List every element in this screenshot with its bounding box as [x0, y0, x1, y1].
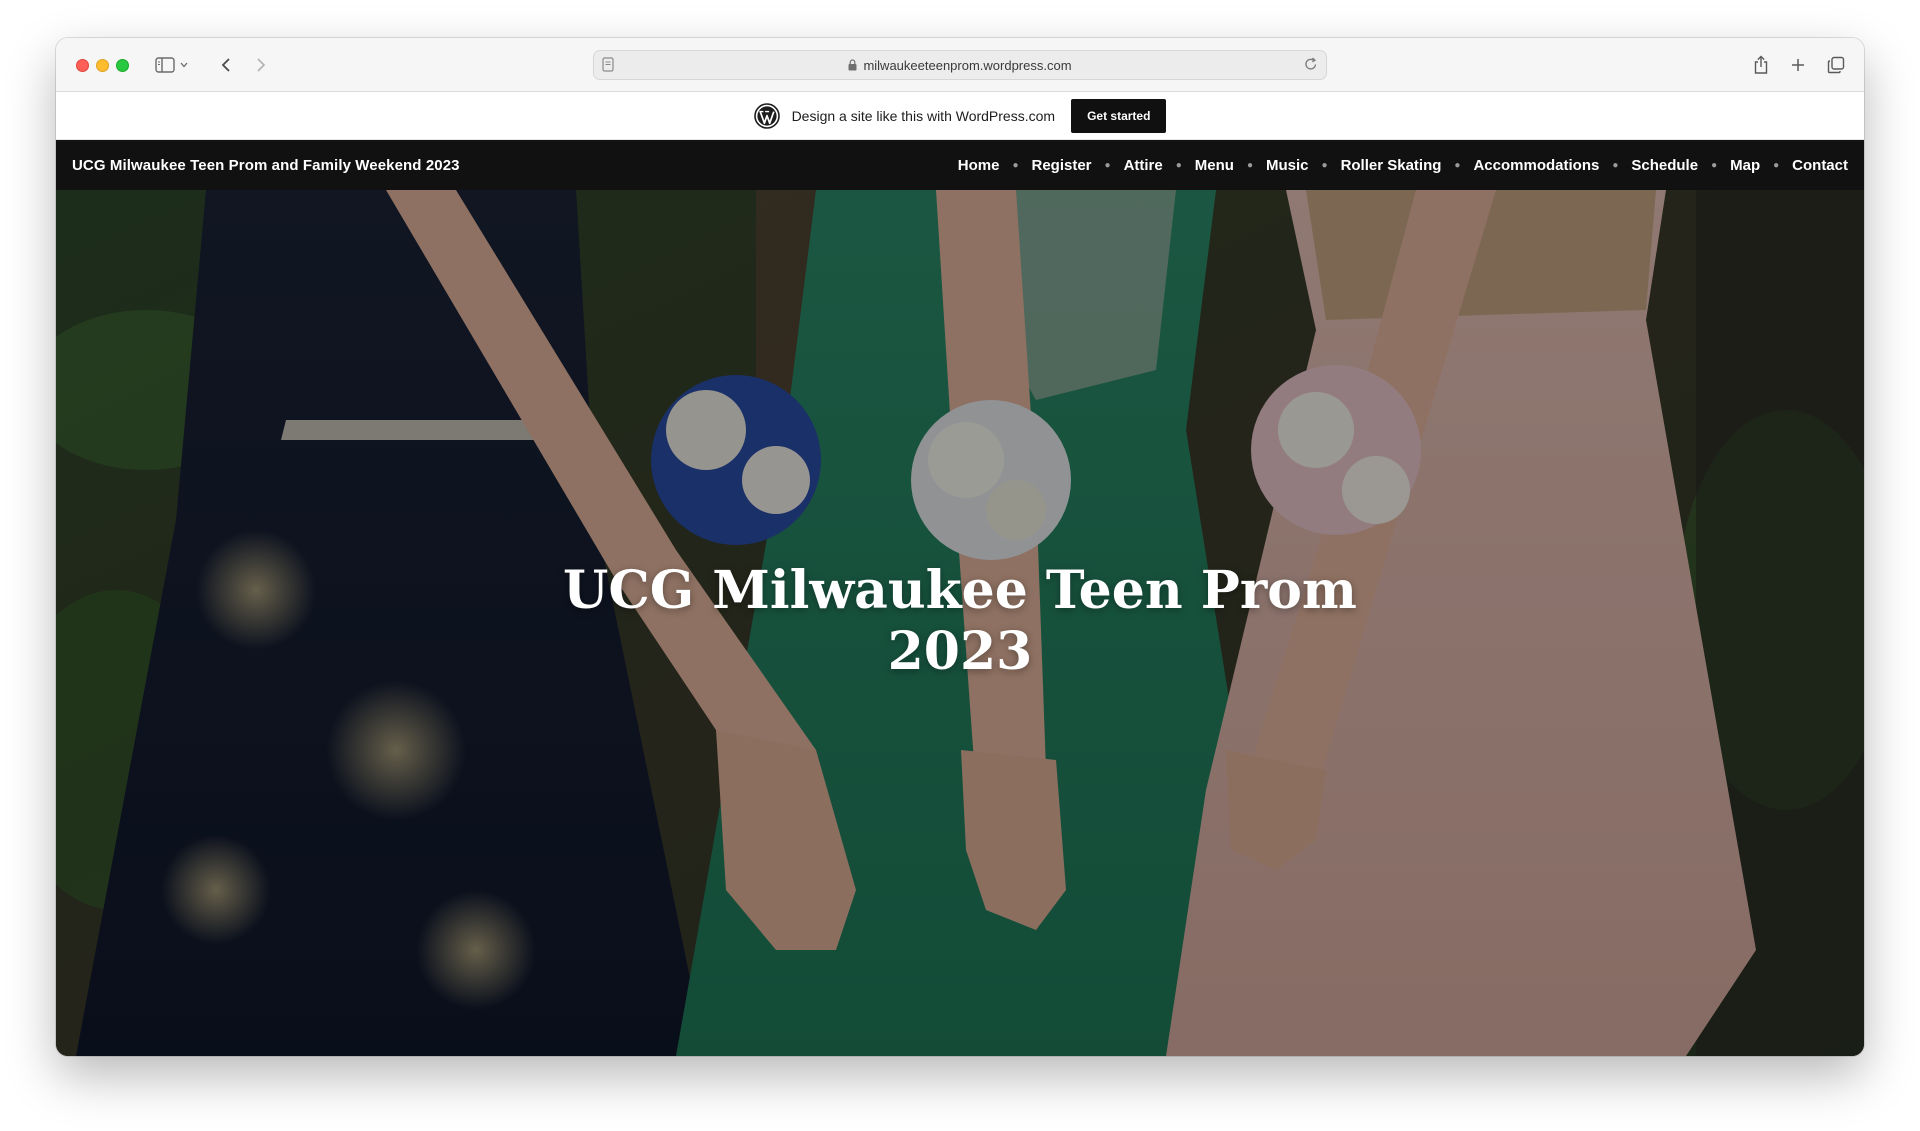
nav-music[interactable]: Music: [1266, 157, 1309, 174]
nav-register[interactable]: Register: [1031, 157, 1091, 174]
nav-roller-skating[interactable]: Roller Skating: [1341, 157, 1442, 174]
nav-map[interactable]: Map: [1730, 157, 1760, 174]
nav-separator: ●: [1246, 159, 1253, 171]
page-info-icon[interactable]: [602, 57, 614, 76]
chevron-down-icon[interactable]: [176, 52, 192, 78]
nav-separator: ●: [1773, 159, 1780, 171]
nav-contact[interactable]: Contact: [1792, 157, 1848, 174]
reload-icon[interactable]: [1304, 56, 1318, 75]
share-icon[interactable]: [1748, 52, 1774, 78]
address-bar[interactable]: milwaukeeteenprom.wordpress.com: [593, 50, 1327, 80]
nav-separator: ●: [1454, 159, 1461, 171]
url-text: milwaukeeteenprom.wordpress.com: [863, 57, 1072, 73]
main-navigation: Home ● Register ● Attire ● Menu ● Music …: [958, 157, 1848, 174]
hero-title-line-2: 2023: [887, 621, 1033, 682]
nav-separator: ●: [1175, 159, 1182, 171]
forward-arrow-icon[interactable]: [248, 52, 274, 78]
sidebar-toggle-icon[interactable]: [152, 52, 178, 78]
minimize-window-button[interactable]: [96, 59, 109, 72]
nav-separator: ●: [1104, 159, 1111, 171]
hero-section: UCG Milwaukee Teen Prom 2023: [56, 190, 1864, 1056]
nav-separator: ●: [1612, 159, 1619, 171]
nav-separator: ●: [1711, 159, 1718, 171]
nav-schedule[interactable]: Schedule: [1631, 157, 1698, 174]
nav-home[interactable]: Home: [958, 157, 1000, 174]
browser-toolbar: milwaukeeteenprom.wordpress.com: [56, 38, 1864, 92]
lock-icon: [848, 59, 857, 71]
close-window-button[interactable]: [76, 59, 89, 72]
site-header: UCG Milwaukee Teen Prom and Family Weeke…: [56, 140, 1864, 190]
hero-title-line-1: UCG Milwaukee Teen Prom: [563, 560, 1357, 621]
promo-text: Design a site like this with WordPress.c…: [791, 107, 1056, 124]
nav-accommodations[interactable]: Accommodations: [1473, 157, 1599, 174]
site-title[interactable]: UCG Milwaukee Teen Prom and Family Weeke…: [72, 157, 460, 174]
nav-separator: ●: [1012, 159, 1019, 171]
get-started-button[interactable]: Get started: [1071, 98, 1167, 133]
back-arrow-icon[interactable]: [213, 52, 239, 78]
browser-window: milwaukeeteenprom.wordpress.com Design a…: [56, 38, 1864, 1056]
zoom-window-button[interactable]: [116, 59, 129, 72]
wordpress-promo-bar: Design a site like this with WordPress.c…: [56, 92, 1864, 140]
hero-title: UCG Milwaukee Teen Prom 2023: [56, 560, 1864, 682]
nav-attire[interactable]: Attire: [1124, 157, 1163, 174]
wordpress-logo-icon: [753, 102, 780, 129]
nav-separator: ●: [1321, 159, 1328, 171]
nav-menu[interactable]: Menu: [1195, 157, 1234, 174]
tab-overview-icon[interactable]: [1823, 52, 1849, 78]
new-tab-icon[interactable]: [1785, 52, 1811, 78]
